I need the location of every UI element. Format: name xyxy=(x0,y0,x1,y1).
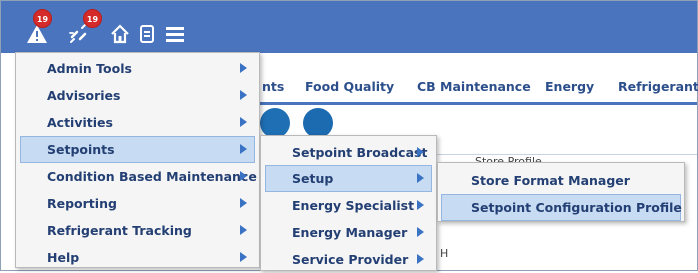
menu-item-condition-based-maintenance[interactable]: Condition Based Maintenance xyxy=(20,163,257,190)
tab-refrigerant[interactable]: Refrigerant xyxy=(618,79,698,94)
tab-cb-maintenance[interactable]: CB Maintenance xyxy=(417,79,531,94)
menu-item-label: Help xyxy=(47,250,80,265)
menu-item-label: Admin Tools xyxy=(47,61,132,76)
menu-item-label: Energy Manager xyxy=(292,225,408,240)
tab-underline xyxy=(255,102,697,105)
tab-energy[interactable]: Energy xyxy=(545,79,594,94)
chevron-right-icon xyxy=(417,254,424,264)
chevron-right-icon xyxy=(240,171,247,181)
menu-item-setpoint-broadcast[interactable]: Setpoint Broadcast xyxy=(265,139,432,166)
menu-item-energy-specialist[interactable]: Energy Specialist xyxy=(265,192,432,219)
alarm-count-badge: 19 xyxy=(33,9,52,28)
chevron-right-icon xyxy=(240,117,247,127)
menu-item-advisories[interactable]: Advisories xyxy=(20,82,255,109)
chevron-right-icon xyxy=(417,200,424,210)
menu-item-setpoints[interactable]: Setpoints xyxy=(20,136,255,163)
menu-item-admin-tools[interactable]: Admin Tools xyxy=(20,55,255,82)
chevron-right-icon xyxy=(417,147,424,157)
menu-item-label: Setpoint Broadcast xyxy=(292,145,428,160)
chevron-right-icon xyxy=(240,225,247,235)
background-text-fragment-h: H xyxy=(440,247,449,260)
menu-item-label: Refrigerant Tracking xyxy=(47,223,192,238)
menu-item-reporting[interactable]: Reporting xyxy=(20,190,255,217)
menu-item-label: Setpoint Configuration Profile xyxy=(471,200,682,215)
menu-item-label: Reporting xyxy=(47,196,117,211)
menu-item-setup[interactable]: Setup xyxy=(265,165,432,192)
menu-item-label: Activities xyxy=(47,115,113,130)
tab-partial[interactable]: nts xyxy=(262,79,284,94)
menu-item-activities[interactable]: Activities xyxy=(20,109,255,136)
chevron-right-icon xyxy=(417,227,424,237)
home-icon[interactable] xyxy=(108,22,132,46)
menu-item-refrigerant-tracking[interactable]: Refrigerant Tracking xyxy=(20,217,255,244)
menu-item-help[interactable]: Help xyxy=(20,244,255,271)
chevron-right-icon xyxy=(240,252,247,262)
chevron-right-icon xyxy=(240,63,247,73)
menu-item-setpoint-configuration-profile[interactable]: Setpoint Configuration Profile xyxy=(441,194,682,221)
link-count-badge: 19 xyxy=(83,9,102,28)
flag-icon[interactable] xyxy=(303,108,333,138)
menu-item-store-format-manager[interactable]: Store Format Manager xyxy=(441,167,681,194)
chevron-right-icon xyxy=(240,144,247,154)
menu-item-label: Store Format Manager xyxy=(471,173,630,188)
hamburger-menu-icon[interactable] xyxy=(163,22,187,46)
chevron-right-icon xyxy=(240,198,247,208)
menu-item-label: Service Provider xyxy=(292,252,409,267)
menu-item-energy-manager[interactable]: Energy Manager xyxy=(265,219,432,246)
document-icon[interactable] xyxy=(135,22,159,46)
tab-food-quality[interactable]: Food Quality xyxy=(305,79,394,94)
top-toolbar: 19 19 xyxy=(1,1,697,53)
main-menu: Admin Tools Advisories Activities Setpoi… xyxy=(15,52,260,268)
menu-item-label: Energy Specialist xyxy=(292,198,415,213)
menu-item-service-provider[interactable]: Service Provider xyxy=(265,246,432,273)
menu-item-label: Setpoints xyxy=(47,142,115,157)
monitor-icon[interactable] xyxy=(260,108,290,138)
setup-submenu: Store Format Manager Setpoint Configurat… xyxy=(437,162,685,222)
chevron-right-icon xyxy=(417,173,424,183)
module-tabs: nts Food Quality CB Maintenance Energy R… xyxy=(255,72,698,102)
menu-item-label: Setup xyxy=(292,171,334,186)
setpoints-submenu: Setpoint Broadcast Setup Energy Speciali… xyxy=(260,135,437,271)
menu-item-label: Condition Based Maintenance xyxy=(47,169,257,184)
chevron-right-icon xyxy=(240,90,247,100)
menu-item-label: Advisories xyxy=(47,88,121,103)
